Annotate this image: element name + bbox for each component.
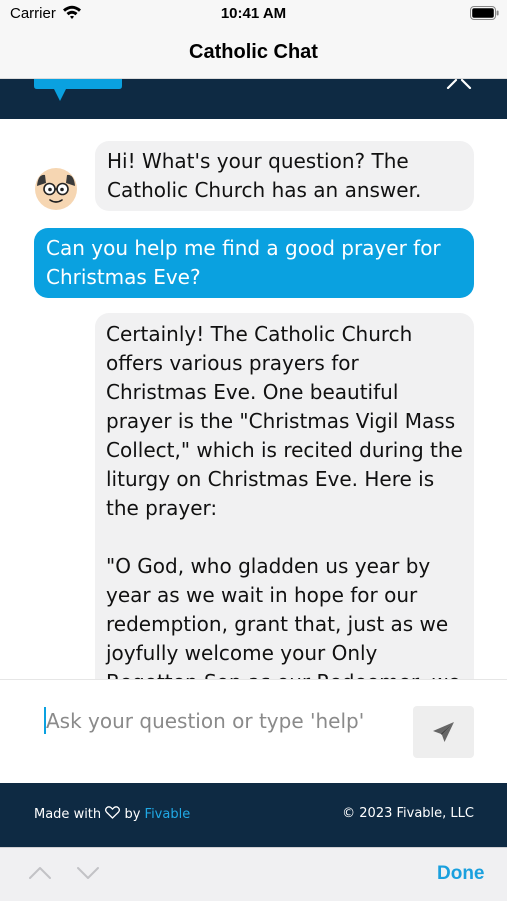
heart-icon: [105, 806, 121, 819]
composer: [0, 679, 507, 784]
done-button[interactable]: Done: [437, 863, 485, 885]
footer: Made with by Fivable © 2023 Fivable, LLC: [0, 783, 507, 847]
send-button[interactable]: [413, 706, 474, 758]
nav-bar: Catholic Chat: [0, 30, 507, 79]
chevron-down-icon[interactable]: [76, 866, 100, 880]
page-title: Catholic Chat: [189, 41, 318, 63]
message-text: Certainly! The Catholic Church offers va…: [106, 322, 463, 520]
made-with-label: Made with: [34, 807, 102, 822]
bot-avatar-icon: [35, 168, 77, 210]
message-text: Hi! What's your question? The Catholic C…: [107, 149, 422, 202]
question-input[interactable]: [44, 704, 396, 738]
status-time: 10:41 AM: [220, 5, 287, 22]
fivable-link[interactable]: Fivable: [145, 807, 191, 822]
chat-header: [0, 79, 507, 119]
by-label: by: [124, 807, 141, 822]
chat-tab-icon[interactable]: [34, 79, 122, 103]
status-bar: Carrier 10:41 AM: [0, 0, 507, 30]
bot-message: Certainly! The Catholic Church offers va…: [95, 313, 474, 679]
bot-message: Hi! What's your question? The Catholic C…: [95, 141, 474, 211]
chevron-up-icon[interactable]: [28, 866, 52, 880]
message-text: Can you help me find a good prayer for C…: [46, 236, 441, 289]
keyboard-toolbar: Done: [0, 847, 507, 901]
send-icon: [433, 722, 454, 742]
message-text: "O God, who gladden us year by year as w…: [106, 554, 460, 679]
footer-credit: Made with by Fivable: [34, 806, 190, 822]
user-message: Can you help me find a good prayer for C…: [34, 228, 474, 298]
battery-icon: [470, 6, 499, 20]
message-list[interactable]: Hi! What's your question? The Catholic C…: [0, 119, 507, 679]
close-icon[interactable]: [444, 79, 474, 89]
copyright-label: © 2023 Fivable, LLC: [342, 806, 474, 821]
